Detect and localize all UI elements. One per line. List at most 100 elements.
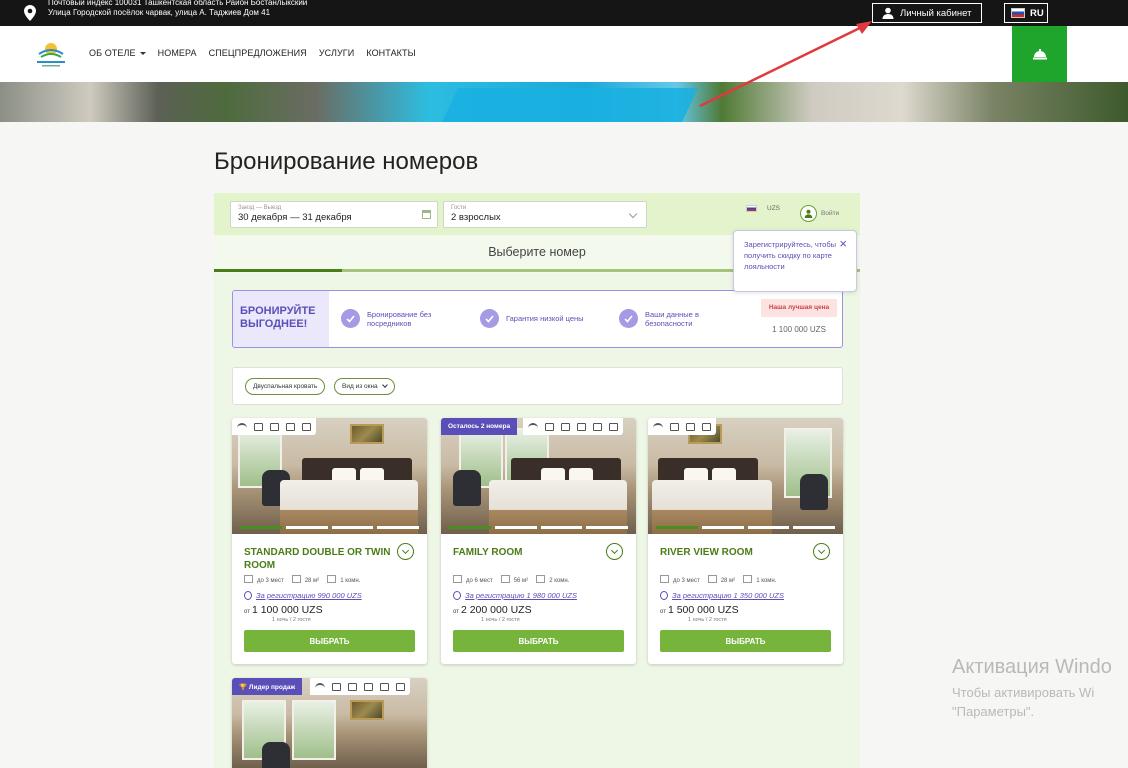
gallery-dot[interactable] [377,526,419,529]
home-icon [577,422,586,431]
chevron-down-icon [381,382,388,388]
chevron-down-icon[interactable] [397,543,414,560]
page-title: Бронирование номеров [214,148,479,175]
guests-value: 2 взрослых [451,212,501,223]
room-specs: до 3 мест 28 м² 1 комн. [244,575,419,584]
gallery-dot[interactable] [449,526,491,529]
rooms-left-badge: Осталось 2 номера [441,418,518,435]
room-title[interactable]: STANDARD DOUBLE OR TWIN ROOM [244,546,394,572]
date-range-label: Заезд — Выезд [238,205,282,211]
close-icon[interactable]: × [839,237,847,250]
filter-window-view[interactable]: Вид из окна [334,378,395,395]
price-value: 1 100 000 UZS [251,604,323,616]
room-photo[interactable] [232,418,427,534]
guests-field[interactable]: Гости 2 взрослых [443,201,647,228]
promo-feature: Бронирование без посредников [341,309,459,328]
bestseller-badge: 🏆 Лидер продаж [232,678,303,695]
nav-item-services[interactable]: УСЛУГИ [319,48,354,58]
room-title[interactable]: FAMILY ROOM [453,546,603,559]
progress-fill [214,269,342,272]
gallery-indicator [240,526,419,529]
price-value: 1 500 000 UZS [667,604,739,616]
registration-price[interactable]: За регистрацию 1 980 000 UZS [453,591,577,600]
reception-bell-button[interactable] [1012,26,1067,82]
wifi-icon [528,423,538,430]
fridge-icon [561,422,570,431]
top-bar: Почтовый индекс 100031 Ташкентская облас… [0,0,1128,26]
room-area: 56 м² [501,575,528,584]
room-photo[interactable]: 🏆 Лидер продаж [232,678,427,768]
gallery-dot[interactable] [586,526,628,529]
room-card: Осталось 2 номера FAMILY ROOM до 6 мест … [441,418,636,664]
check-icon [480,309,499,328]
russia-flag-icon [746,205,757,212]
service-bell-icon [1032,49,1047,60]
tv-icon [702,422,711,431]
gallery-dot[interactable] [285,526,328,529]
personal-cabinet-label: Личный кабинет [900,7,972,19]
room-photo[interactable]: Осталось 2 номера [441,418,636,534]
price-value: 2 200 000 UZS [460,604,532,616]
pool-image-area [442,88,698,122]
room-capacity: до 6 мест [453,575,493,584]
room-chair [453,470,481,506]
best-price-label: Наша лучшая цена [761,299,837,317]
gallery-dot[interactable] [331,526,374,529]
select-room-button[interactable]: ВЫБРАТЬ [244,630,415,652]
calendar-icon [422,210,431,219]
select-room-button[interactable]: ВЫБРАТЬ [453,630,624,652]
best-price-box: Наша лучшая цена 1 100 000 UZS [761,299,837,339]
ac-icon [332,682,341,691]
chevron-down-icon[interactable] [813,543,830,560]
promo-banner: БРОНИРУЙТЕ ВЫГОДНЕЕ! Бронирование без по… [232,290,843,348]
gallery-dot[interactable] [701,526,744,529]
wifi-icon [315,683,325,690]
nav-item-about-label: ОБ ОТЕЛЕ [89,48,136,58]
room-specs: до 6 мест 56 м² 2 комн. [453,575,628,584]
main-navigation: ОБ ОТЕЛЕ НОМЕРА СПЕЦПРЕДЛОЖЕНИЯ УСЛУГИ К… [0,26,1128,82]
nav-item-contacts[interactable]: КОНТАКТЫ [366,48,415,58]
nav-item-about[interactable]: ОБ ОТЕЛЕ [89,48,146,58]
login-label: Войти [821,210,840,217]
room-chair [800,474,828,510]
room-title[interactable]: RIVER VIEW ROOM [660,546,810,559]
nav-item-offers[interactable]: СПЕЦПРЕДЛОЖЕНИЯ [209,48,307,58]
tv-icon [286,422,295,431]
watermark-title: Активация Windo [952,656,1112,678]
price-prefix: от [244,609,250,615]
fridge-icon [270,422,279,431]
registration-price-text: За регистрацию 1 980 000 UZS [465,591,577,600]
safe-icon [364,682,373,691]
loyalty-tooltip-text: Зарегистрируйтесь, чтобы получить скидку… [744,240,837,271]
hotel-logo[interactable] [34,42,68,68]
select-room-button[interactable]: ВЫБРАТЬ [660,630,831,652]
price-note: 1 ночь / 2 гостя [272,617,311,623]
room-specs: до 3 мест 28 м² 1 комн. [660,575,835,584]
room-photo[interactable] [648,418,843,534]
room-area: 28 м² [292,575,319,584]
date-range-field[interactable]: Заезд — Выезд 30 декабря — 31 декабря [230,201,438,228]
registration-price[interactable]: За регистрацию 990 000 UZS [244,591,362,600]
currency-switcher[interactable]: UZS [746,205,780,212]
price-note: 1 ночь / 2 гостя [688,617,727,623]
safe-icon [302,422,311,431]
best-price-value: 1 100 000 UZS [772,325,826,334]
gallery-dot[interactable] [540,526,583,529]
gallery-dot[interactable] [240,526,282,529]
registration-price[interactable]: За регистрацию 1 350 000 UZS [660,591,784,600]
gallery-dot[interactable] [494,526,537,529]
chevron-down-icon[interactable] [606,543,623,560]
amenity-icons [310,678,410,695]
filter-double-bed[interactable]: Двуспальная кровать [245,378,326,395]
login-button[interactable]: Войти [800,205,839,222]
watermark-text: Чтобы активировать Wi [952,685,1095,700]
gallery-dot[interactable] [793,526,835,529]
tv-icon [609,422,618,431]
ac-icon [670,422,679,431]
nav-item-rooms[interactable]: НОМЕРА [158,48,197,58]
room-painting [350,424,384,444]
gallery-dot[interactable] [656,526,698,529]
language-switcher[interactable]: RU [1004,3,1048,23]
gallery-dot[interactable] [747,526,790,529]
personal-cabinet-button[interactable]: Личный кабинет [872,3,982,23]
